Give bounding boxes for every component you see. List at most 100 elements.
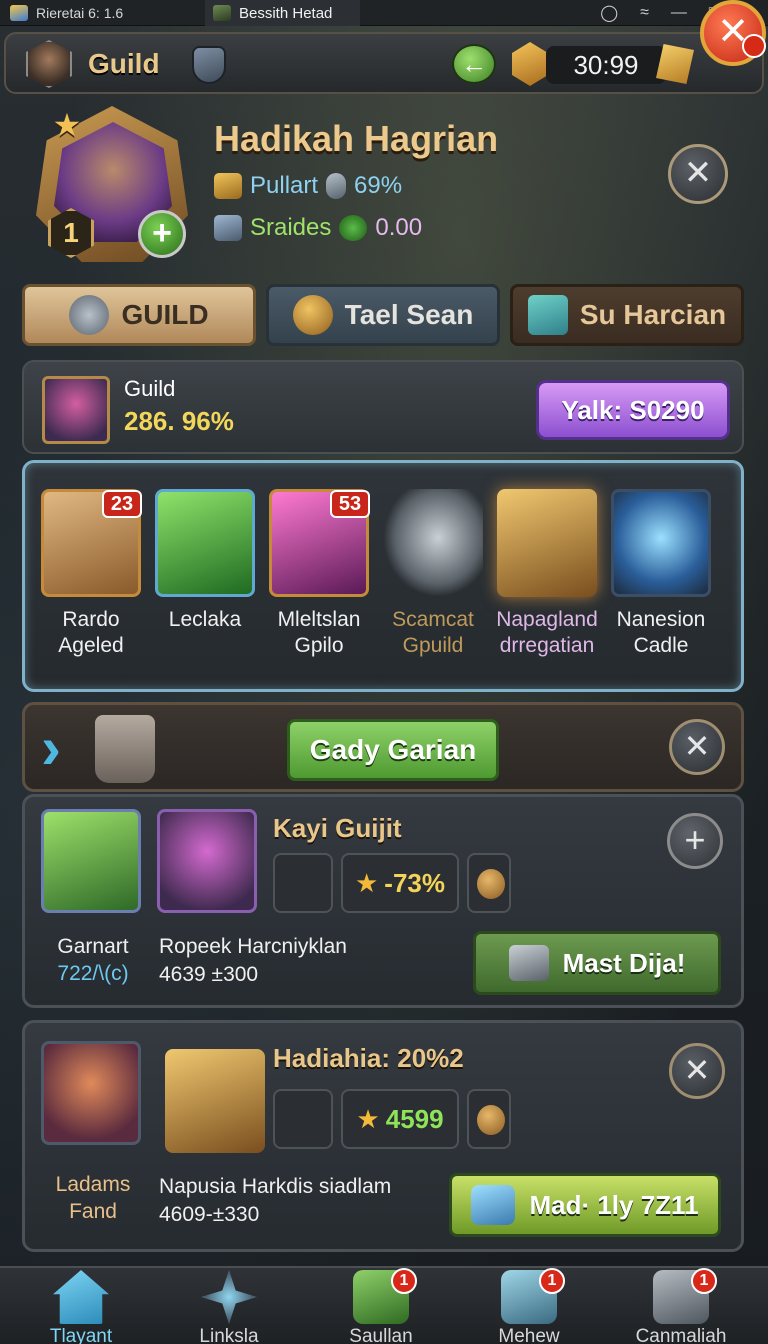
star-icon: ★ [52, 107, 82, 143]
mast-dija-label: Mast Dija! [562, 947, 686, 978]
item-slot[interactable]: 53 Mleltslan Gpilo [265, 489, 373, 659]
tab-tael-label: Tael Sean [344, 299, 474, 330]
item-name: Scamcat Gpuild [379, 607, 487, 659]
coin-stack-icon [214, 173, 242, 199]
tab-su-harcian[interactable]: Su Harcian [510, 284, 744, 346]
golden-chest-icon[interactable] [165, 1049, 265, 1153]
winged-gem-icon [471, 1185, 516, 1225]
golden-chest-icon [497, 489, 597, 597]
nav-item-mehew[interactable]: 1 Mehew [474, 1268, 584, 1344]
shield-icon[interactable] [192, 46, 226, 84]
minimize-icon[interactable]: — [671, 4, 687, 22]
timer-display: 30:99 [546, 46, 666, 84]
scroll-icon: 1 [653, 1268, 717, 1324]
member-desc-line2: 4639 ±300 [159, 963, 259, 986]
window-tab-1-title: Rieretai 6: 1.6 [36, 5, 124, 21]
player-avatar-small[interactable] [26, 40, 72, 88]
hammer-icon [508, 945, 549, 981]
crossed-swords-icon[interactable] [273, 853, 333, 913]
nav-label: Mehew [498, 1326, 560, 1344]
chevron-right-icon[interactable]: › [41, 718, 81, 779]
nav-item-tlayant[interactable]: Tlayant [26, 1268, 136, 1344]
bottom-navigation: Tlayant Linksla 1 Saullan 1 Mehew 1 Canm… [0, 1266, 768, 1344]
profile-close-button[interactable]: ✕ [668, 144, 728, 204]
window-tab-2[interactable]: Bessith Hetad [205, 0, 360, 26]
arrow-left-icon: ← [461, 49, 487, 79]
member-stat-value: -73% [384, 867, 445, 898]
member-left-name-line1: Ladams [55, 1173, 131, 1196]
stat1-value: 69% [354, 172, 403, 199]
hooded-hero-portrait[interactable] [157, 809, 257, 913]
item-grid: 23 Rardo Ageled Leclaka 53 Mleltslan Gpi… [22, 460, 744, 692]
gady-bar: › Gady Garian ✕ [22, 702, 744, 792]
add-member-button[interactable]: + [667, 813, 723, 869]
warrior-portrait[interactable] [41, 1041, 141, 1145]
profile-stat-row-1: Pullart 69% [214, 172, 402, 200]
member-card: Hadiahia: 20%2 ★ 4599 ✕ Ladams Fand Napu… [22, 1020, 744, 1252]
item-name-line1: Leclaka [168, 608, 242, 631]
blue-rune-icon [611, 489, 711, 597]
mast-dija-button[interactable]: Mast Dija! [473, 931, 721, 995]
close-icon: ✕ [683, 1052, 711, 1088]
notification-badge: 1 [391, 1268, 417, 1294]
item-name-line2: Cadle [633, 634, 689, 657]
wifi-icon[interactable]: ≈ [640, 4, 649, 22]
gady-garian-button[interactable]: Gady Garian [287, 719, 499, 781]
crossed-swords-icon[interactable] [273, 1089, 333, 1149]
back-button[interactable]: ← [452, 44, 496, 84]
shell-coin-icon[interactable] [467, 853, 511, 913]
window-tab-2-title: Bessith Hetad [239, 4, 333, 22]
member-close-button[interactable]: ✕ [669, 1043, 725, 1099]
item-name-line1: Nanesion [616, 608, 706, 631]
crossed-swords-icon [69, 295, 110, 335]
nav-item-saullan[interactable]: 1 Saullan [326, 1268, 436, 1344]
gold-gem-icon [512, 42, 548, 86]
pink-crystal-icon: 53 [269, 489, 370, 597]
member-left-name-line2: 722/\(c) [57, 962, 129, 985]
nav-label: Canmaliah [635, 1326, 727, 1344]
shell-coin-icon[interactable] [467, 1089, 511, 1149]
guild-info-panel: Guild 286. 96% Yalk: S0290 [22, 360, 744, 454]
item-name-line2: drregatian [499, 634, 595, 657]
tab-guild[interactable]: GUILD [22, 284, 256, 346]
item-slot[interactable]: Scamcat Gpuild [379, 489, 487, 659]
tab-guild-label: GUILD [121, 299, 209, 330]
member-stat-box: ★ -73% [341, 853, 459, 913]
record-icon[interactable]: ◯ [600, 3, 618, 23]
guild-percent: 286. 96% [124, 406, 234, 436]
add-friend-button[interactable]: + [138, 210, 186, 258]
notification-badge: 1 [691, 1268, 717, 1294]
member-description: Napusia Harkdis siadlam 4609-±330 [159, 1173, 391, 1229]
game-icon [213, 5, 231, 21]
item-slot[interactable]: Napagland drregatian [493, 489, 601, 659]
yalk-button[interactable]: Yalk: S0290 [536, 380, 730, 440]
star-icon: ★ [356, 1103, 380, 1134]
tab-tael-sean[interactable]: Tael Sean [266, 284, 500, 346]
gady-close-button[interactable]: ✕ [669, 719, 725, 775]
member-left-name: Garnart 722/\(c) [31, 933, 155, 987]
guild-emblem-icon[interactable] [42, 376, 110, 444]
nav-item-linksla[interactable]: Linksla [174, 1268, 284, 1344]
item-name-line2: Gpuild [402, 634, 464, 657]
green-horn-icon[interactable] [41, 809, 141, 913]
item-slot[interactable]: Leclaka [151, 489, 259, 633]
plus-icon: + [152, 214, 172, 252]
notification-dot [742, 34, 766, 58]
crystal-icon [214, 215, 242, 241]
item-name-line2: Gpilo [294, 634, 344, 657]
player-name: Hadikah Hagrian [214, 118, 499, 159]
window-titlebar: Rieretai 6: 1.6 Bessith Hetad ◯ ≈ — □ ✕ [0, 0, 768, 26]
gold-coin-icon [292, 295, 333, 335]
item-name-line1: Napagland [496, 608, 598, 631]
wooden-crate-icon: 23 [41, 489, 142, 597]
item-slot[interactable]: 23 Rardo Ageled [37, 489, 145, 659]
member-left-name: Ladams Fand [31, 1171, 155, 1225]
mad-button[interactable]: Mad· 1ly 7Z11 [449, 1173, 721, 1237]
window-tab-1[interactable]: Rieretai 6: 1.6 [0, 0, 200, 26]
nav-item-canmaliah[interactable]: 1 Canmaliah [626, 1268, 736, 1344]
top-bar: Guild ← 30:99 [4, 32, 764, 94]
message-icon: 1 [501, 1268, 565, 1324]
item-name: Rardo Ageled [37, 607, 145, 659]
item-slot[interactable]: Nanesion Cadle [607, 489, 715, 659]
potion-icon [326, 173, 347, 199]
